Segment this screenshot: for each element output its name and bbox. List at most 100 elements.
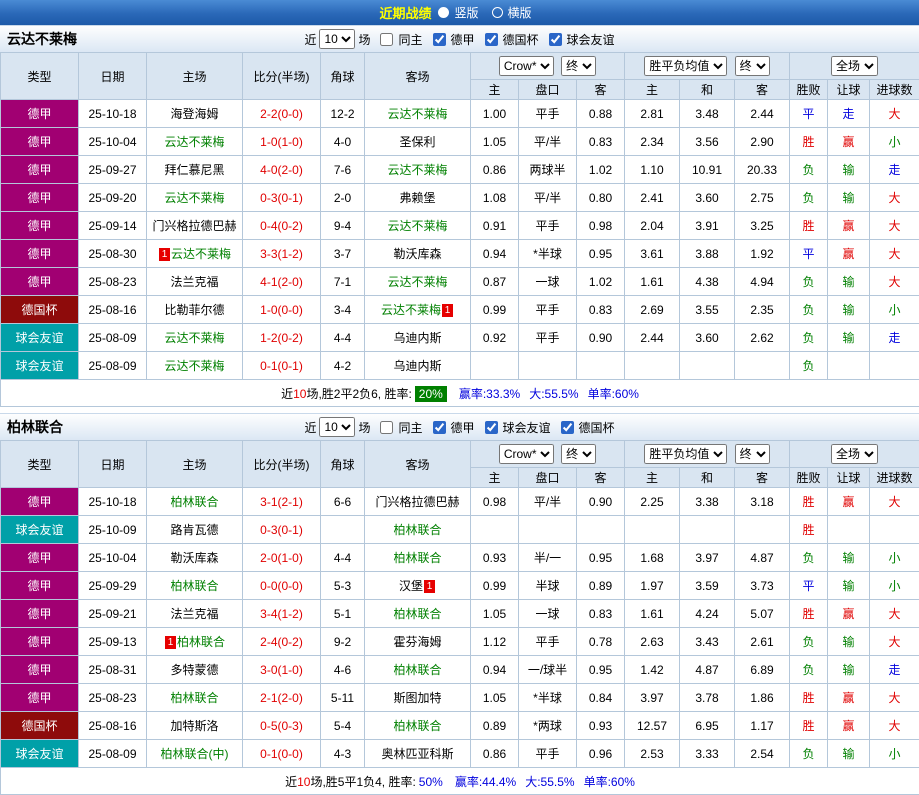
checkbox-dfb-pokal[interactable] [561,421,574,434]
odds-company-select[interactable]: Crow* [499,56,554,76]
away-team: 柏林联合 [365,516,471,544]
match-type: 德甲 [1,684,79,712]
match-date: 25-08-31 [79,656,147,684]
result-goals: 大 [870,240,919,268]
handicap-line: *两球 [519,712,577,740]
match-score: 0-1(0-1) [243,352,321,380]
handicap-line: 平手 [519,740,577,768]
avg-draw: 3.88 [680,240,735,268]
matches-tbody-0: 德甲25-10-18海登海姆2-2(0-0)12-2云达不莱梅1.00平手0.8… [1,100,919,380]
win-rate: 50% [419,775,443,789]
col-date: 日期 [79,441,147,488]
home-team: 拜仁慕尼黑 [147,156,243,184]
recent-count-select[interactable]: 10 [319,417,355,437]
result-outcome: 负 [790,628,828,656]
subcol-goals-result: 进球数 [870,80,919,100]
result-goals: 走 [870,656,919,684]
odds-company-select[interactable]: Crow* [499,444,554,464]
result-goals [870,352,919,380]
summary-tail: 场,胜2平2负6, 胜率: [306,387,411,401]
handicap-line: 平手 [519,296,577,324]
radio-vertical[interactable] [438,7,449,18]
subcol-avg-away: 客 [735,468,790,488]
result-handicap: 输 [828,544,870,572]
match-corner: 3-7 [321,240,365,268]
checkbox-club-friendly[interactable] [549,33,562,46]
fullmatch-select[interactable]: 全场 [831,444,878,464]
checkbox-bundesliga[interactable] [433,421,446,434]
odds-away [577,352,625,380]
match-corner: 3-4 [321,296,365,324]
home-team: 柏林联合 [147,572,243,600]
radio-vertical-label[interactable]: 竖版 [454,4,478,21]
match-corner: 7-6 [321,156,365,184]
odds-final-select[interactable]: 终 [561,444,596,464]
radio-horizontal-label[interactable]: 横版 [508,4,532,21]
avg-home: 2.25 [625,488,680,516]
subcol-handicap-result: 让球 [828,80,870,100]
odds-home [471,352,519,380]
home-team: 柏林联合 [147,488,243,516]
odds-home: 0.99 [471,572,519,600]
checkbox-dfb-pokal[interactable] [485,33,498,46]
result-handicap: 输 [828,740,870,768]
match-date: 25-09-21 [79,600,147,628]
checkbox-club-friendly[interactable] [485,421,498,434]
filter-suffix: 场 [358,419,370,436]
checkbox-same-home[interactable] [380,421,393,434]
match-date: 25-08-16 [79,712,147,740]
match-score: 0-3(0-1) [243,184,321,212]
avg-final-select[interactable]: 终 [735,444,770,464]
match-corner: 9-4 [321,212,365,240]
result-goals: 大 [870,600,919,628]
avg-draw: 3.48 [680,100,735,128]
avg-odds-select[interactable]: 胜平负均值 [644,444,727,464]
radio-horizontal[interactable] [492,7,503,18]
avg-draw [680,516,735,544]
result-goals: 小 [870,128,919,156]
match-corner: 7-1 [321,268,365,296]
away-team: 云达不莱梅 [365,156,471,184]
avg-odds-group-header: 胜平负均值 终 [625,53,790,80]
match-score: 2-2(0-0) [243,100,321,128]
result-goals: 大 [870,712,919,740]
match-row: 德甲25-09-14门兴格拉德巴赫0-4(0-2)9-4云达不莱梅0.91平手0… [1,212,919,240]
away-team: 勒沃库森 [365,240,471,268]
checkbox-same-home[interactable] [380,33,393,46]
match-type: 球会友谊 [1,740,79,768]
subcol-odds-home: 主 [471,468,519,488]
avg-draw: 3.43 [680,628,735,656]
result-handicap: 输 [828,572,870,600]
odds-away: 1.02 [577,268,625,296]
team-name: 乌迪内斯 [393,331,441,345]
avg-draw: 4.87 [680,656,735,684]
recent-count-select[interactable]: 10 [319,29,355,49]
avg-final-select[interactable]: 终 [735,56,770,76]
fullmatch-select[interactable]: 全场 [831,56,878,76]
result-goals [870,516,919,544]
handicap-line: 两球半 [519,156,577,184]
match-score: 2-1(2-0) [243,684,321,712]
odds-home: 0.94 [471,656,519,684]
team-title: 柏林联合 [7,417,63,437]
col-corner: 角球 [321,441,365,488]
odds-home: 1.05 [471,128,519,156]
team-name: 柏林联合 [393,551,441,565]
avg-odds-select[interactable]: 胜平负均值 [644,56,727,76]
home-team: 加特斯洛 [147,712,243,740]
team-name: 奥林匹亚科斯 [381,747,453,761]
match-corner: 4-6 [321,656,365,684]
avg-draw: 3.91 [680,212,735,240]
odds-final-select[interactable]: 终 [561,56,596,76]
avg-away [735,516,790,544]
handicap-win-rate: 赢率:33.3% [459,387,520,401]
team-name: 多特蒙德 [170,663,218,677]
col-score: 比分(半场) [243,53,321,100]
avg-draw [680,352,735,380]
avg-draw: 3.78 [680,684,735,712]
match-corner: 5-4 [321,712,365,740]
home-team: 1云达不莱梅 [147,240,243,268]
checkbox-bundesliga[interactable] [433,33,446,46]
match-corner: 6-6 [321,488,365,516]
match-score: 1-0(0-0) [243,296,321,324]
